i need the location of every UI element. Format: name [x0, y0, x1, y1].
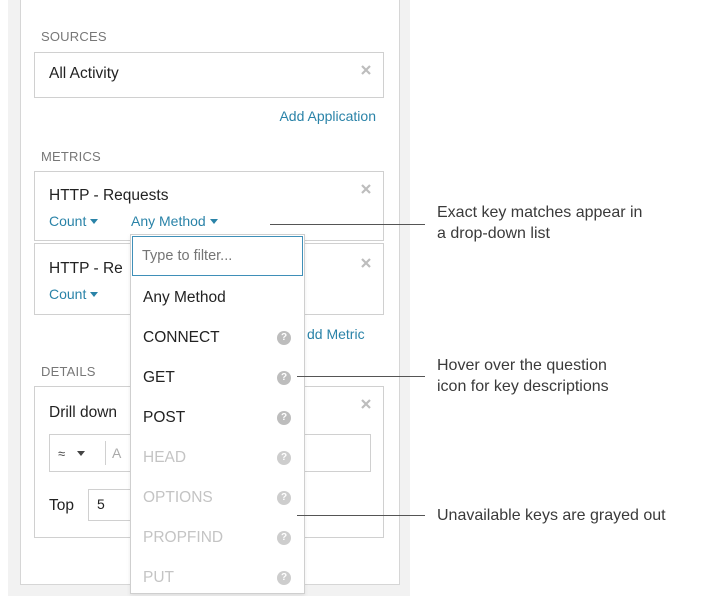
chevron-down-icon: [209, 218, 218, 224]
source-item[interactable]: All Activity: [34, 52, 384, 98]
chevron-down-icon: [90, 218, 99, 224]
option-get[interactable]: GET?: [131, 358, 304, 398]
option-post[interactable]: POST?: [131, 398, 304, 438]
option-any-method[interactable]: Any Method: [131, 278, 304, 318]
operator-select[interactable]: ≈: [58, 435, 86, 471]
option-head: HEAD?: [131, 438, 304, 478]
callout-disabled: Unavailable keys are grayed out: [437, 507, 666, 524]
question-icon[interactable]: ?: [277, 571, 291, 585]
top-count-input[interactable]: 5: [88, 489, 136, 521]
metric-item: HTTP - Requests Count Any Method: [34, 171, 384, 241]
chevron-down-icon: [77, 450, 86, 456]
add-application-link[interactable]: Add Application: [279, 108, 376, 124]
question-icon[interactable]: ?: [277, 331, 291, 345]
question-icon[interactable]: ?: [277, 411, 291, 425]
method-dropdown[interactable]: Any Method: [131, 213, 218, 229]
question-icon[interactable]: ?: [277, 451, 291, 465]
method-dropdown-menu: Any Method CONNECT? GET? POST? HEAD? OPT…: [130, 234, 305, 594]
drill-down-label: Drill down: [49, 404, 118, 421]
aggregation-dropdown[interactable]: Count: [49, 213, 99, 229]
chevron-down-icon: [90, 291, 99, 297]
remove-detail-icon[interactable]: [361, 399, 371, 409]
question-icon[interactable]: ?: [277, 531, 291, 545]
callout-line-help: [297, 376, 425, 377]
question-icon[interactable]: ?: [277, 491, 291, 505]
filter-input-text: A: [112, 445, 122, 461]
metric-title: HTTP - Requests: [49, 187, 169, 204]
remove-metric-icon[interactable]: [361, 258, 371, 268]
option-put: PUT?: [131, 558, 304, 596]
option-propfind: PROPFIND?: [131, 518, 304, 558]
aggregation-dropdown[interactable]: Count: [49, 286, 99, 302]
filter-input[interactable]: [132, 236, 303, 276]
question-icon[interactable]: ?: [277, 371, 291, 385]
callout-help: Hover over the question icon for key des…: [437, 357, 609, 395]
callout-dropdown: Exact key matches appear in a drop-down …: [437, 204, 643, 242]
metric-title: HTTP - Re: [49, 260, 123, 277]
details-label: DETAILS: [41, 364, 96, 379]
option-options: OPTIONS?: [131, 478, 304, 518]
top-label: Top: [49, 497, 74, 514]
add-metric-link[interactable]: dd Metric: [307, 326, 365, 342]
source-name: All Activity: [49, 65, 119, 82]
remove-metric-icon[interactable]: [361, 184, 371, 194]
option-connect[interactable]: CONNECT?: [131, 318, 304, 358]
metrics-label: METRICS: [41, 149, 101, 164]
sources-label: SOURCES: [41, 29, 107, 44]
callout-line-disabled: [297, 515, 425, 516]
callout-line-dropdown: [270, 224, 425, 225]
remove-source-icon[interactable]: [361, 65, 371, 75]
